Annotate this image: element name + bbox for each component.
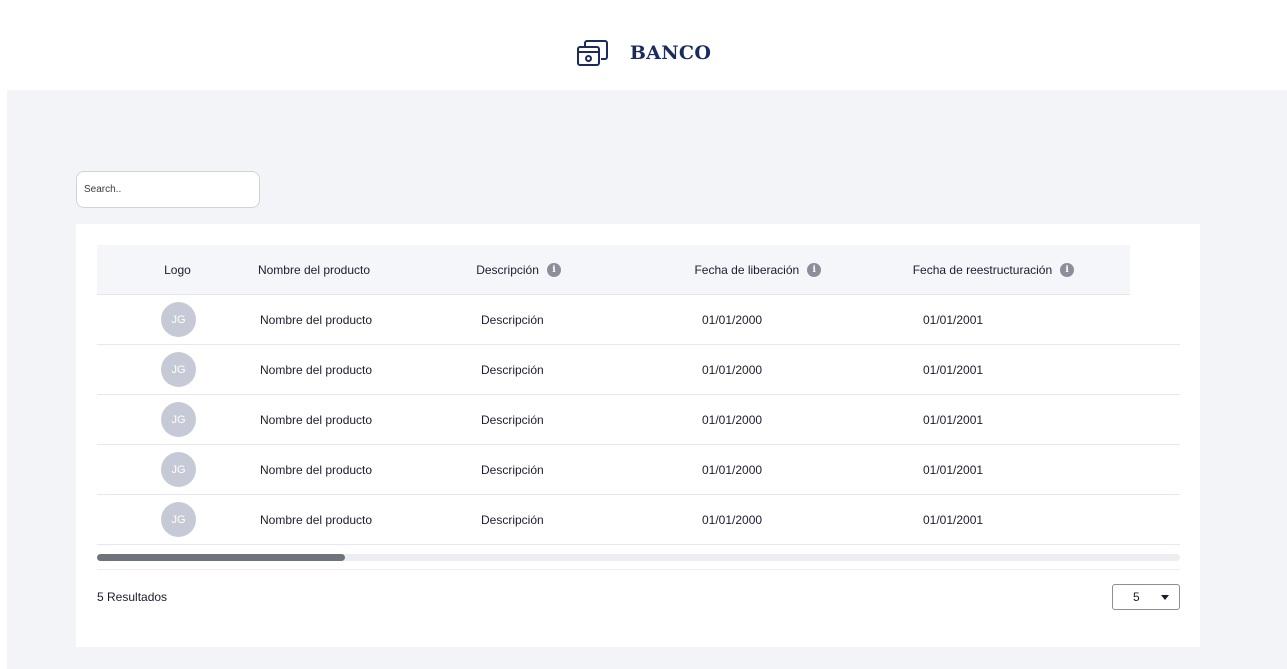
header-product-label: Nombre del producto [257,262,371,277]
release-date-cell: 01/01/2000 [702,312,763,327]
release-date-cell: 01/01/2000 [702,362,763,377]
bank-card-icon [576,40,608,66]
results-count: 5 Resultados [97,590,168,604]
search-input[interactable] [76,171,260,208]
logo-cell: JG [97,302,260,337]
restructure-date-cell: 01/01/2001 [923,312,984,327]
scrollbar-thumb[interactable] [97,554,345,561]
top-bar: BANCO [0,0,1287,90]
product-cell: Nombre del producto [260,412,373,427]
product-cell: Nombre del producto [260,462,373,477]
products-table: Logo Nombre del producto Descripción i F… [97,245,1180,545]
description-cell: Descripción [481,462,544,477]
avatar: JG [161,352,196,387]
description-cell: Descripción [481,512,544,527]
product-cell: Nombre del producto [260,312,373,327]
restructure-date-cell: 01/01/2001 [923,362,984,377]
restructure-date-cell: 01/01/2001 [923,512,984,527]
avatar: JG [161,302,196,337]
release-date-cell: 01/01/2000 [702,412,763,427]
logo-cell: JG [97,502,260,537]
table-row[interactable]: JG Nombre del producto Descripción 01/01… [97,395,1180,445]
header-release-date-label: Fecha de liberación [694,262,800,277]
products-card: Logo Nombre del producto Descripción i F… [76,224,1200,647]
release-date-cell: 01/01/2000 [702,462,763,477]
divider [97,569,1180,570]
caret-down-icon [1161,594,1169,600]
table-row[interactable]: JG Nombre del producto Descripción 01/01… [97,345,1180,395]
header-logo: Logo [97,263,258,277]
table-row[interactable]: JG Nombre del producto Descripción 01/01… [97,295,1180,345]
header-restructure-date-label: Fecha de reestructuración [912,262,1053,277]
logo-cell: JG [97,402,260,437]
avatar: JG [161,502,196,537]
logo-cell: JG [97,352,260,387]
header-restructure-date[interactable]: Fecha de reestructuración i [912,262,1130,277]
brand[interactable]: BANCO [576,38,711,68]
main-content: Logo Nombre del producto Descripción i F… [7,90,1287,669]
info-icon[interactable]: i [807,262,822,277]
header-description[interactable]: Descripción i [476,262,694,277]
page-size-value: 5 [1133,590,1140,604]
header-logo-label: Logo [164,262,191,277]
brand-name: BANCO [629,42,712,64]
product-cell: Nombre del producto [260,362,373,377]
avatar: JG [161,402,196,437]
info-icon[interactable]: i [1060,262,1075,277]
product-cell: Nombre del producto [260,512,373,527]
description-cell: Descripción [481,312,544,327]
description-cell: Descripción [481,412,544,427]
table-header: Logo Nombre del producto Descripción i F… [97,245,1130,295]
restructure-date-cell: 01/01/2001 [923,412,984,427]
logo-cell: JG [97,452,260,487]
description-cell: Descripción [481,362,544,377]
restructure-date-cell: 01/01/2001 [923,462,984,477]
page-size-select[interactable]: 5 [1112,584,1180,610]
header-description-label: Descripción [476,262,539,277]
avatar: JG [161,452,196,487]
release-date-cell: 01/01/2000 [702,512,763,527]
table-row[interactable]: JG Nombre del producto Descripción 01/01… [97,445,1180,495]
table-row[interactable]: JG Nombre del producto Descripción 01/01… [97,495,1180,545]
header-product[interactable]: Nombre del producto [258,263,476,277]
horizontal-scrollbar[interactable] [97,554,1180,561]
info-icon[interactable]: i [546,262,561,277]
header-release-date[interactable]: Fecha de liberación i [694,262,912,277]
